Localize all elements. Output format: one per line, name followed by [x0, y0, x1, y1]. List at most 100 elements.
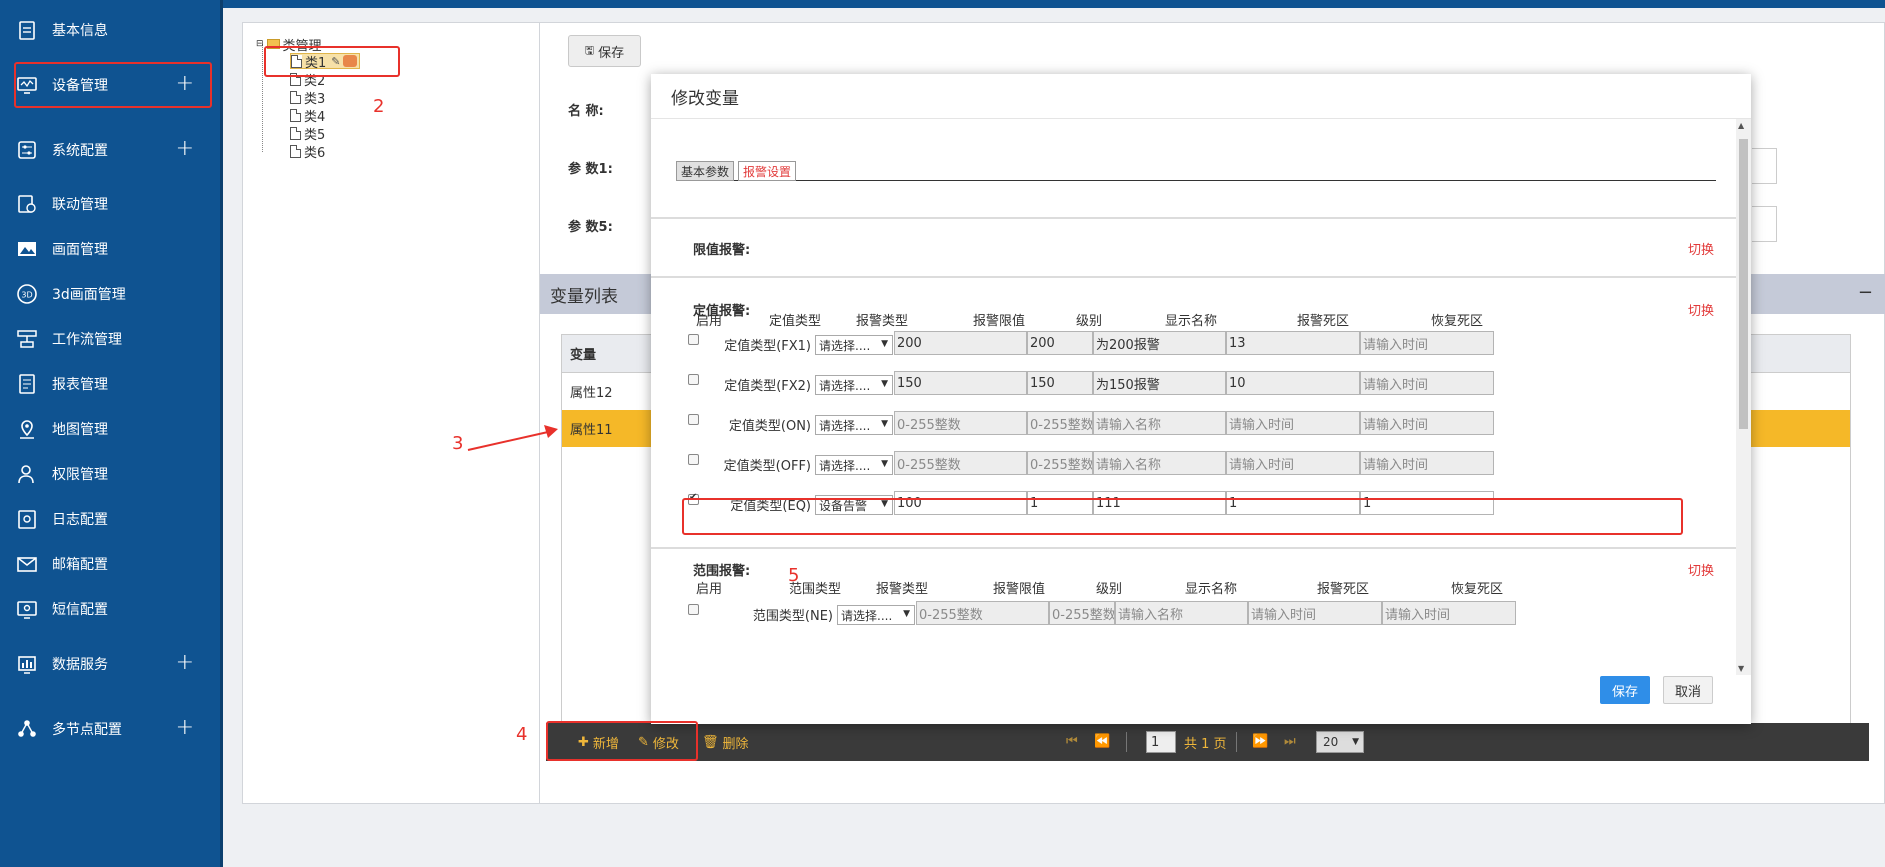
alarm-limit-input[interactable]: 150 [894, 371, 1027, 395]
alarm-limit-input[interactable]: 0-255整数 [894, 451, 1027, 475]
scroll-thumb[interactable] [1739, 139, 1748, 429]
fixed-alarm-switch[interactable]: 切换 [1688, 300, 1714, 319]
name-label: 名 称: [568, 104, 604, 119]
select-value: 请选择.... [819, 338, 871, 353]
alarm-recover-input[interactable]: 请输入时间 [1360, 411, 1494, 435]
alarm-name-input[interactable]: 为150报警 [1093, 371, 1226, 395]
sidebar-item-5[interactable]: 画面管理 [16, 231, 212, 267]
column-header: 报警限值 [972, 314, 1025, 329]
alarm-dead-input[interactable]: 请输入时间 [1248, 601, 1382, 625]
enable-checkbox[interactable] [688, 414, 699, 425]
scroll-up-icon[interactable]: ▲ [1738, 121, 1744, 130]
delete-button[interactable]: 🗑 删除 [702, 733, 749, 752]
sidebar-item-label: 基本信息 [52, 23, 108, 39]
sidebar-item-4[interactable]: 联动管理 [16, 186, 212, 222]
chevron-down-icon: ▼ [881, 379, 888, 389]
scroll-down-icon[interactable]: ▼ [1738, 664, 1744, 673]
first-page-icon[interactable]: ⏮ [1066, 734, 1078, 749]
sidebar-item-15[interactable]: 多节点配置 + [16, 711, 212, 747]
alarm-name-input[interactable]: 请输入名称 [1115, 601, 1248, 625]
limit-alarm-switch[interactable]: 切换 [1688, 239, 1714, 258]
modal-scrollbar[interactable]: ▲ ▼ [1736, 119, 1751, 675]
alarm-recover-input[interactable]: 请输入时间 [1382, 601, 1516, 625]
alarm-type-select[interactable]: 请选择.... ▼ [837, 605, 915, 625]
form-save-button[interactable]: 🖫 保存 [568, 35, 641, 67]
alarm-level-input[interactable]: 200 [1027, 331, 1093, 355]
param1-input[interactable] [1752, 148, 1777, 184]
alarm-type-label: 定值类型(ON) [728, 419, 811, 434]
sidebar-item-13[interactable]: 短信配置 [16, 591, 212, 627]
alarm-level-input[interactable]: 0-255整数 [1049, 601, 1115, 625]
alarm-dead-input[interactable]: 13 [1226, 331, 1360, 355]
alarm-type-select[interactable]: 请选择.... ▼ [815, 375, 893, 395]
page-input[interactable]: 1 [1146, 731, 1176, 753]
enable-checkbox[interactable] [688, 604, 699, 615]
sidebar-item-9[interactable]: 地图管理 [16, 411, 212, 447]
limit-alarm-title: 限值报警: [693, 243, 751, 258]
expand-plus-icon[interactable]: + [176, 717, 194, 739]
alarm-name-input[interactable]: 为200报警 [1093, 331, 1226, 355]
enable-checkbox[interactable] [688, 334, 699, 345]
enable-checkbox[interactable] [688, 374, 699, 385]
alarm-limit-input[interactable]: 200 [894, 331, 1027, 355]
modal-cancel-button[interactable]: 取消 [1663, 676, 1713, 704]
alarm-type-select[interactable]: 请选择.... ▼ [815, 415, 893, 435]
sidebar-item-14[interactable]: 数据服务 + [16, 646, 212, 682]
range-alarm-switch[interactable]: 切换 [1688, 560, 1714, 579]
section-divider [651, 276, 1736, 278]
alarm-dead-input[interactable]: 请输入时间 [1226, 411, 1360, 435]
expand-plus-icon[interactable]: + [176, 138, 194, 160]
alarm-name-input[interactable]: 请输入名称 [1093, 411, 1226, 435]
page-size-value: 20 [1323, 735, 1339, 749]
next-page-icon[interactable]: ⏩ [1252, 734, 1268, 749]
page-size-select[interactable]: 20 ▼ [1316, 731, 1364, 753]
alarm-limit-input[interactable]: 0-255整数 [916, 601, 1049, 625]
tree-item[interactable]: 类3 [290, 89, 325, 107]
tree-item[interactable]: 类5 [290, 125, 325, 143]
modal-save-button[interactable]: 保存 [1600, 676, 1650, 704]
tree-toggle-icon[interactable]: ⊟ [256, 39, 264, 49]
param5-input[interactable] [1752, 206, 1777, 242]
tab-alarm-settings[interactable]: 报警设置 [738, 161, 797, 181]
sidebar-item-label: 3d画面管理 [52, 287, 126, 303]
alarm-recover-input[interactable]: 请输入时间 [1360, 451, 1494, 475]
sidebar-item-7[interactable]: 工作流管理 [16, 321, 212, 357]
column-header: 显示名称 [1184, 582, 1237, 597]
svg-text:3D: 3D [21, 291, 32, 300]
sidebar-item-6[interactable]: 3D 3d画面管理 [16, 276, 212, 312]
tree-item[interactable]: 类4 [290, 107, 325, 125]
grid-cell: 属性11 [570, 423, 613, 438]
chevron-down-icon: ▼ [1352, 737, 1359, 747]
sidebar-item-3[interactable]: 系统配置 + [16, 132, 212, 168]
alarm-level-input[interactable]: 0-255整数 [1027, 451, 1093, 475]
alarm-name-input[interactable]: 请输入名称 [1093, 451, 1226, 475]
alarm-recover-input[interactable]: 请输入时间 [1360, 331, 1494, 355]
tab-basic-params[interactable]: 基本参数 [676, 161, 735, 181]
alarm-limit-input[interactable]: 0-255整数 [894, 411, 1027, 435]
alarm-dead-input[interactable]: 请输入时间 [1226, 451, 1360, 475]
pager-separator [1236, 732, 1237, 752]
range-alarm-title: 范围报警: [693, 564, 751, 579]
alarm-level-input[interactable]: 0-255整数 [1027, 411, 1093, 435]
enable-checkbox[interactable] [688, 454, 699, 465]
sidebar-item-10[interactable]: 权限管理 [16, 456, 212, 492]
alarm-recover-input[interactable]: 请输入时间 [1360, 371, 1494, 395]
sidebar-item-11[interactable]: 日志配置 [16, 501, 212, 537]
alarm-type-select[interactable]: 请选择.... ▼ [815, 335, 893, 355]
alarm-type-select[interactable]: 请选择.... ▼ [815, 455, 893, 475]
annotation-box [264, 46, 400, 77]
column-header: 报警类型 [855, 314, 908, 329]
expand-plus-icon[interactable]: + [176, 652, 194, 674]
last-page-icon[interactable]: ⏭ [1284, 734, 1296, 749]
prev-page-icon[interactable]: ⏪ [1094, 734, 1110, 749]
tree-item[interactable]: 类6 [290, 143, 325, 161]
sidebar-item-12[interactable]: 邮箱配置 [16, 546, 212, 582]
collapse-icon[interactable]: − [1858, 282, 1873, 303]
sidebar-item-1[interactable]: 基本信息 [16, 12, 212, 48]
alarm-dead-input[interactable]: 10 [1226, 371, 1360, 395]
column-header: 报警死区 [1296, 314, 1349, 329]
trash-icon: 🗑 [702, 735, 719, 750]
alarm-level-input[interactable]: 150 [1027, 371, 1093, 395]
chevron-down-icon: ▼ [903, 609, 910, 619]
sidebar-item-8[interactable]: 报表管理 [16, 366, 212, 402]
